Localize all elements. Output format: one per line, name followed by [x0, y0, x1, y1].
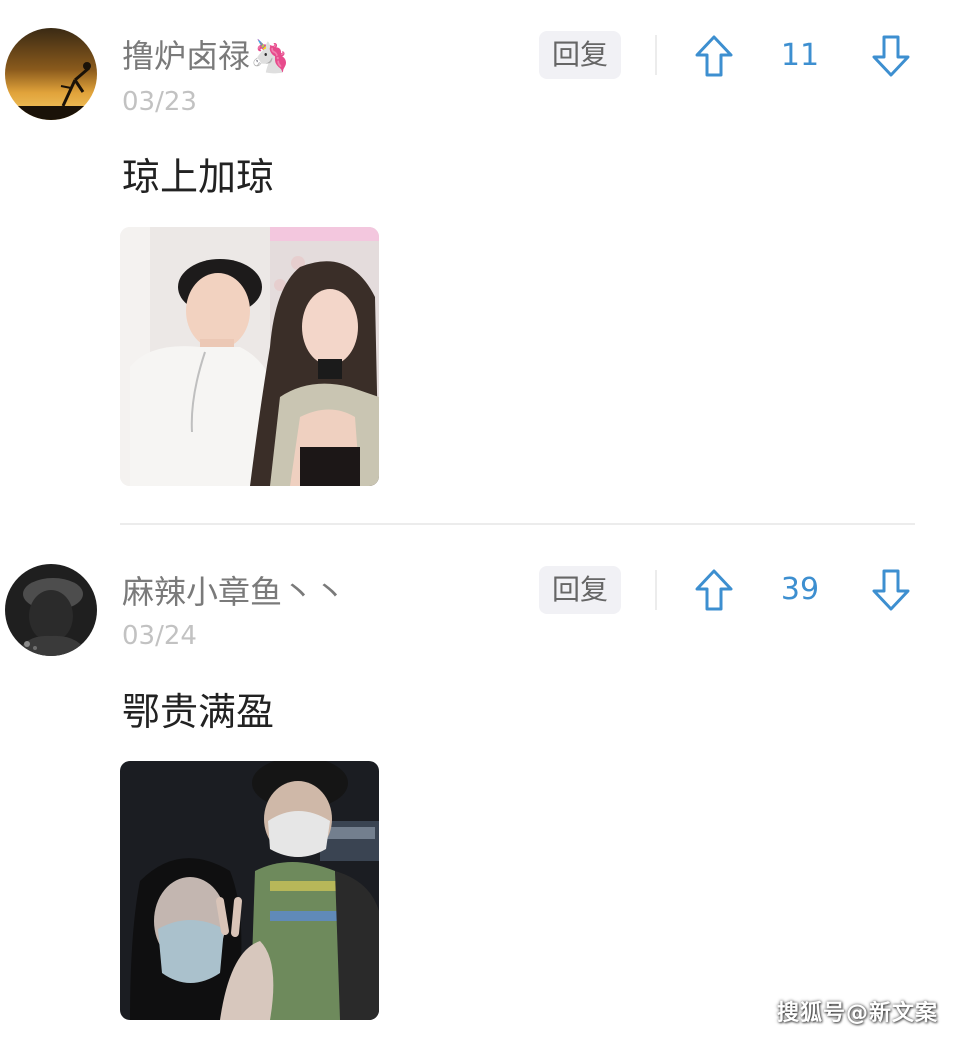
vote-count: 39 [780, 572, 820, 607]
reply-button[interactable]: 回复 [539, 566, 621, 614]
comment-date: 03/24 [122, 621, 197, 651]
upvote-arrow-icon[interactable] [694, 568, 734, 612]
comment-photo[interactable] [120, 761, 379, 1020]
comment-divider [120, 523, 915, 525]
username[interactable]: 撸炉卤禄🦄 [122, 36, 290, 76]
downvote-arrow-icon[interactable] [871, 34, 911, 78]
vote-count: 11 [780, 38, 820, 73]
watermark-text: 搜狐号@新文案 [776, 1001, 938, 1026]
comment-text: 鄂贵满盈 [122, 690, 275, 734]
user-avatar[interactable] [5, 28, 97, 120]
action-divider [655, 570, 657, 610]
action-divider [655, 35, 657, 75]
comment-photo[interactable] [120, 227, 379, 486]
comment-date: 03/23 [122, 87, 197, 117]
reply-button[interactable]: 回复 [539, 31, 621, 79]
upvote-arrow-icon[interactable] [694, 34, 734, 78]
username[interactable]: 麻辣小章鱼丶丶 [122, 572, 346, 612]
comment-text: 琼上加琼 [122, 155, 275, 199]
user-avatar[interactable] [5, 564, 97, 656]
downvote-arrow-icon[interactable] [871, 568, 911, 612]
